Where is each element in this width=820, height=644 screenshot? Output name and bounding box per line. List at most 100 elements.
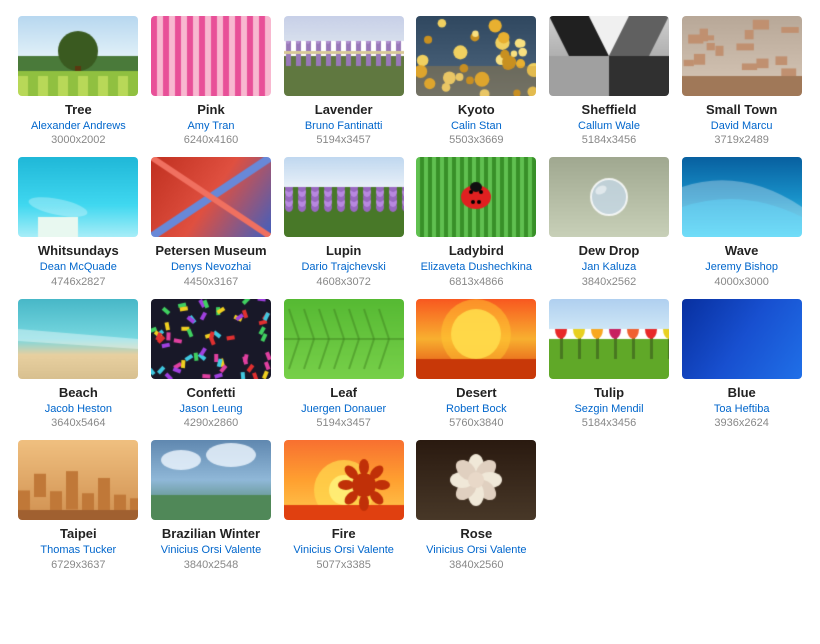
photo-dimensions: 3000x2002	[51, 133, 105, 147]
photo-author[interactable]: Jan Kaluza	[582, 260, 636, 274]
photo-dimensions: 5184x3456	[582, 416, 636, 430]
photo-author[interactable]: Vinicius Orsi Valente	[161, 543, 261, 557]
photo-title: Blue	[728, 385, 756, 402]
photo-dimensions: 4290x2860	[184, 416, 238, 430]
photo-thumbnail[interactable]	[549, 299, 669, 379]
photo-dimensions: 4608x3072	[316, 275, 370, 289]
photo-dimensions: 5077x3385	[316, 558, 370, 572]
photo-canvas	[549, 299, 669, 379]
photo-title: Fire	[332, 526, 356, 543]
photo-dimensions: 6729x3637	[51, 558, 105, 572]
photo-author[interactable]: Jeremy Bishop	[705, 260, 778, 274]
gallery-item[interactable]: Brazilian WinterVinicius Orsi Valente384…	[149, 440, 274, 571]
photo-canvas	[18, 157, 138, 237]
photo-thumbnail[interactable]	[549, 16, 669, 96]
photo-author[interactable]: Robert Bock	[446, 402, 507, 416]
gallery-item[interactable]: WhitsundaysDean McQuade4746x2827	[16, 157, 141, 288]
photo-thumbnail[interactable]	[416, 299, 536, 379]
gallery-item[interactable]: RoseVinicius Orsi Valente3840x2560	[414, 440, 539, 571]
photo-dimensions: 3840x2562	[582, 275, 636, 289]
gallery-item[interactable]: LeafJuergen Donauer5194x3457	[281, 299, 406, 430]
photo-thumbnail[interactable]	[151, 157, 271, 237]
photo-thumbnail[interactable]	[18, 157, 138, 237]
photo-thumbnail[interactable]	[151, 299, 271, 379]
photo-title: Ladybird	[449, 243, 504, 260]
photo-thumbnail[interactable]	[18, 16, 138, 96]
photo-author[interactable]: Thomas Tucker	[40, 543, 116, 557]
photo-author[interactable]: Callum Wale	[578, 119, 640, 133]
gallery-item[interactable]: LavenderBruno Fantinatti5194x3457	[281, 16, 406, 147]
gallery-item[interactable]: Dew DropJan Kaluza3840x2562	[547, 157, 672, 288]
photo-title: Confetti	[186, 385, 235, 402]
photo-author[interactable]: Sezgin Mendil	[574, 402, 643, 416]
photo-title: Small Town	[706, 102, 777, 119]
gallery-item[interactable]: WaveJeremy Bishop4000x3000	[679, 157, 804, 288]
photo-canvas	[284, 299, 404, 379]
photo-thumbnail[interactable]	[284, 157, 404, 237]
photo-thumbnail[interactable]	[682, 299, 802, 379]
photo-canvas	[416, 299, 536, 379]
gallery-item[interactable]: Petersen MuseumDenys Nevozhai4450x3167	[149, 157, 274, 288]
photo-dimensions: 5194x3457	[316, 416, 370, 430]
gallery-item[interactable]: PinkAmy Tran6240x4160	[149, 16, 274, 147]
photo-thumbnail[interactable]	[284, 299, 404, 379]
photo-canvas	[151, 16, 271, 96]
photo-canvas	[18, 299, 138, 379]
photo-thumbnail[interactable]	[151, 16, 271, 96]
photo-author[interactable]: Elizaveta Dushechkina	[421, 260, 532, 274]
photo-title: Lupin	[326, 243, 361, 260]
photo-thumbnail[interactable]	[682, 16, 802, 96]
photo-thumbnail[interactable]	[416, 157, 536, 237]
photo-thumbnail[interactable]	[682, 157, 802, 237]
photo-author[interactable]: Alexander Andrews	[31, 119, 126, 133]
gallery-item[interactable]: TulipSezgin Mendil5184x3456	[547, 299, 672, 430]
photo-canvas	[549, 157, 669, 237]
photo-author[interactable]: Jacob Heston	[45, 402, 112, 416]
gallery-item[interactable]: TaipeiThomas Tucker6729x3637	[16, 440, 141, 571]
photo-dimensions: 3719x2489	[714, 133, 768, 147]
photo-thumbnail[interactable]	[151, 440, 271, 520]
photo-dimensions: 6240x4160	[184, 133, 238, 147]
photo-canvas	[416, 440, 536, 520]
photo-author[interactable]: Denys Nevozhai	[171, 260, 251, 274]
photo-author[interactable]: Toa Heftiba	[714, 402, 770, 416]
photo-thumbnail[interactable]	[284, 16, 404, 96]
photo-title: Sheffield	[582, 102, 637, 119]
photo-canvas	[682, 299, 802, 379]
gallery-item[interactable]: LupinDario Trajchevski4608x3072	[281, 157, 406, 288]
photo-canvas	[18, 440, 138, 520]
photo-thumbnail[interactable]	[18, 299, 138, 379]
photo-author[interactable]: Calin Stan	[451, 119, 502, 133]
photo-author[interactable]: Amy Tran	[187, 119, 234, 133]
photo-thumbnail[interactable]	[416, 16, 536, 96]
gallery-item[interactable]: FireVinicius Orsi Valente5077x3385	[281, 440, 406, 571]
photo-thumbnail[interactable]	[18, 440, 138, 520]
photo-author[interactable]: Jason Leung	[179, 402, 242, 416]
photo-author[interactable]: Vinicius Orsi Valente	[293, 543, 393, 557]
photo-author[interactable]: Bruno Fantinatti	[305, 119, 383, 133]
photo-author[interactable]: Vinicius Orsi Valente	[426, 543, 526, 557]
gallery-item[interactable]: TreeAlexander Andrews3000x2002	[16, 16, 141, 147]
gallery-item[interactable]: BeachJacob Heston3640x5464	[16, 299, 141, 430]
photo-title: Pink	[197, 102, 224, 119]
photo-canvas	[18, 16, 138, 96]
photo-author[interactable]: David Marcu	[711, 119, 773, 133]
photo-canvas	[151, 157, 271, 237]
gallery-item[interactable]: Small TownDavid Marcu3719x2489	[679, 16, 804, 147]
gallery-item[interactable]: LadybirdElizaveta Dushechkina6813x4866	[414, 157, 539, 288]
photo-thumbnail[interactable]	[416, 440, 536, 520]
photo-dimensions: 5503x3669	[449, 133, 503, 147]
photo-title: Lavender	[315, 102, 373, 119]
photo-author[interactable]: Dean McQuade	[40, 260, 117, 274]
photo-author[interactable]: Juergen Donauer	[301, 402, 386, 416]
gallery-item[interactable]: DesertRobert Bock5760x3840	[414, 299, 539, 430]
photo-canvas	[284, 440, 404, 520]
gallery-item[interactable]: ConfettiJason Leung4290x2860	[149, 299, 274, 430]
gallery-item[interactable]: BlueToa Heftiba3936x2624	[679, 299, 804, 430]
photo-dimensions: 5184x3456	[582, 133, 636, 147]
photo-thumbnail[interactable]	[284, 440, 404, 520]
photo-author[interactable]: Dario Trajchevski	[301, 260, 385, 274]
gallery-item[interactable]: SheffieldCallum Wale5184x3456	[547, 16, 672, 147]
photo-thumbnail[interactable]	[549, 157, 669, 237]
gallery-item[interactable]: KyotoCalin Stan5503x3669	[414, 16, 539, 147]
